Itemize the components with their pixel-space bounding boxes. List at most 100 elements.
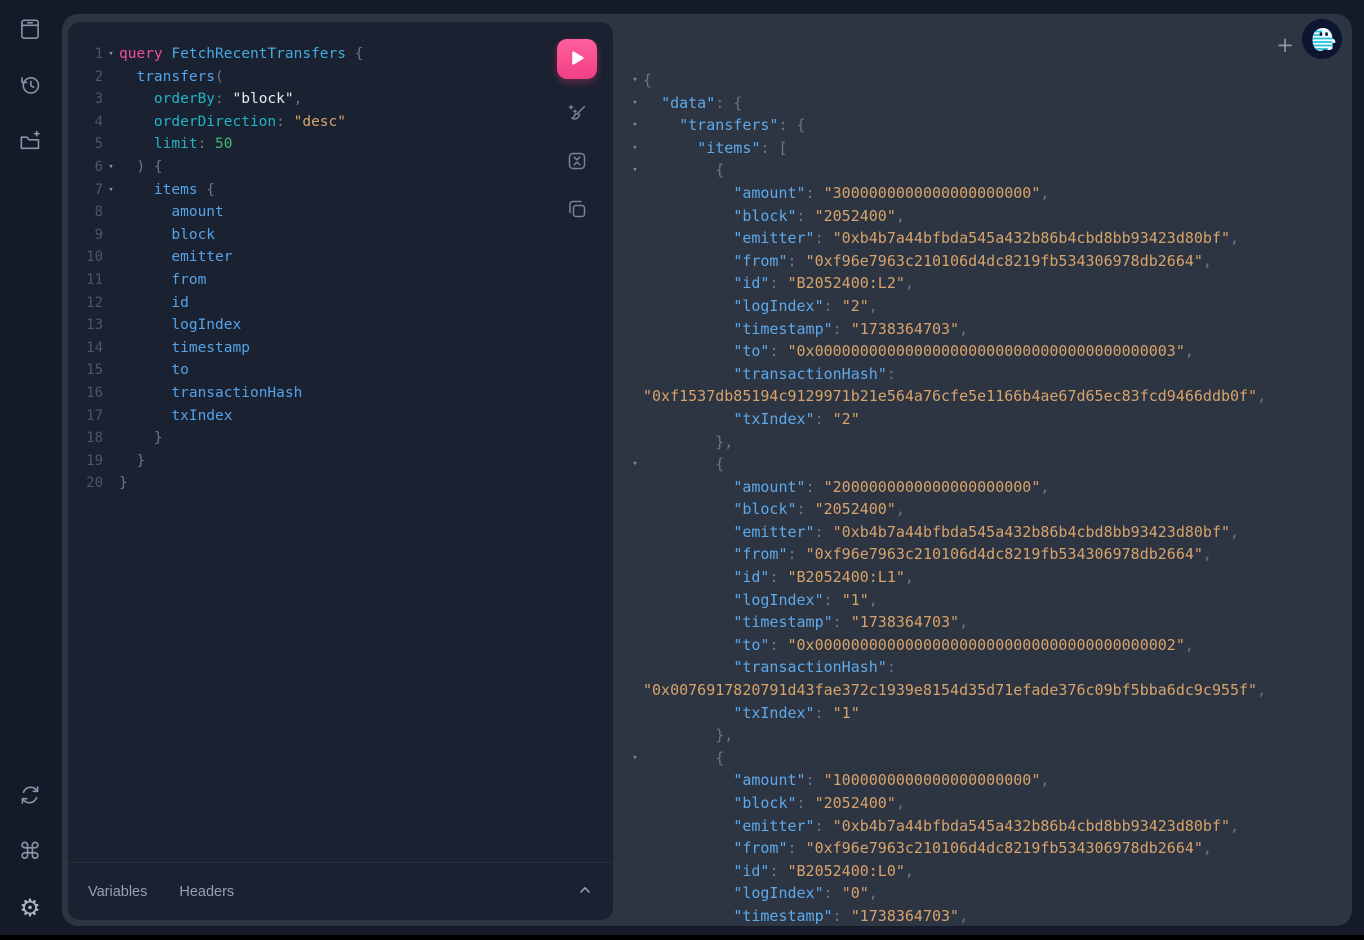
fold-arrow-icon[interactable]: ▾ <box>103 156 119 179</box>
settings-button[interactable]: ⚙ <box>16 894 44 922</box>
code-text: "logIndex": "0", <box>643 882 878 905</box>
editor-line: 2 transfers( <box>68 66 613 89</box>
response-line: "block": "2052400", <box>627 205 1348 228</box>
prettify-query-button[interactable] <box>565 103 589 127</box>
code-text: orderBy: "block", <box>119 88 302 111</box>
response-line: "timestamp": "1738364703", <box>627 318 1348 341</box>
editor-line: 7▾ items { <box>68 179 613 202</box>
history-icon <box>17 72 43 101</box>
code-text: }, <box>643 724 733 747</box>
tab-variables[interactable]: Variables <box>88 884 147 900</box>
response-panel: ▾{▾ "data": {▾ "transfers": {▾ "items": … <box>613 14 1352 926</box>
code-text: "id": "B2052400:L1", <box>643 566 914 589</box>
response-line: "transactionHash": <box>627 656 1348 679</box>
response-line: "txIndex": "2" <box>627 408 1348 431</box>
history-button[interactable] <box>16 72 44 100</box>
collections-button[interactable] <box>16 128 44 156</box>
response-line: ▾ { <box>627 159 1348 182</box>
code-text: "0x0076917820791d43fae372c1939e8154d35d7… <box>643 679 1266 702</box>
fold-gutter <box>627 860 643 883</box>
response-line: }, <box>627 724 1348 747</box>
fold-gutter <box>103 337 119 360</box>
fold-gutter <box>627 566 643 589</box>
code-text: "timestamp": "1738364703", <box>643 905 968 926</box>
response-line: "to": "0x0000000000000000000000000000000… <box>627 340 1348 363</box>
response-line: "id": "B2052400:L0", <box>627 860 1348 883</box>
code-text: "from": "0xf96e7963c210106d4dc8219fb5343… <box>643 837 1212 860</box>
fold-arrow-icon[interactable]: ▾ <box>627 114 643 137</box>
query-editor[interactable]: 1▾query FetchRecentTransfers {2 transfer… <box>68 43 613 495</box>
response-line: "from": "0xf96e7963c210106d4dc8219fb5343… <box>627 837 1348 860</box>
fold-gutter <box>103 382 119 405</box>
fold-gutter <box>627 543 643 566</box>
response-line: "timestamp": "1738364703", <box>627 905 1348 926</box>
fold-gutter <box>627 792 643 815</box>
editor-line: 20} <box>68 472 613 495</box>
execute-query-button[interactable] <box>557 39 597 79</box>
code-text: "emitter": "0xb4b7a44bfbda545a432b86b4cb… <box>643 521 1239 544</box>
code-text: transfers( <box>119 66 224 89</box>
editor-line: 13 logIndex <box>68 314 613 337</box>
code-text: block <box>119 224 215 247</box>
code-text: ) { <box>119 156 163 179</box>
collapse-editor-tools-button[interactable] <box>577 882 593 901</box>
fold-gutter <box>627 318 643 341</box>
code-text: { <box>643 453 724 476</box>
response-line: ▾ { <box>627 453 1348 476</box>
response-line: "to": "0x0000000000000000000000000000000… <box>627 634 1348 657</box>
code-text: } <box>119 450 145 473</box>
tab-headers[interactable]: Headers <box>179 884 234 900</box>
add-tab-button[interactable]: + <box>1272 32 1298 58</box>
code-text: items { <box>119 179 215 202</box>
code-text: { <box>643 747 724 770</box>
line-number: 4 <box>68 111 103 134</box>
line-number: 8 <box>68 201 103 224</box>
response-line: "id": "B2052400:L1", <box>627 566 1348 589</box>
fold-arrow-icon[interactable]: ▾ <box>103 43 119 66</box>
merge-icon <box>565 149 589 176</box>
code-text: logIndex <box>119 314 241 337</box>
fold-gutter <box>627 905 643 926</box>
folder-plus-icon <box>17 128 43 157</box>
ghost-logo[interactable] <box>1302 19 1342 59</box>
fold-gutter <box>627 476 643 499</box>
editor-line: 16 transactionHash <box>68 382 613 405</box>
response-line: "id": "B2052400:L2", <box>627 272 1348 295</box>
fold-gutter <box>103 269 119 292</box>
shortcuts-button[interactable]: ⌘ <box>16 838 44 866</box>
merge-fragments-button[interactable] <box>565 150 589 174</box>
response-line: ▾{ <box>627 69 1348 92</box>
code-text: }, <box>643 431 733 454</box>
fold-arrow-icon[interactable]: ▾ <box>627 92 643 115</box>
response-viewer[interactable]: ▾{▾ "data": {▾ "transfers": {▾ "items": … <box>627 69 1348 926</box>
fold-arrow-icon[interactable]: ▾ <box>627 69 643 92</box>
code-text: } <box>119 427 163 450</box>
fold-gutter <box>103 246 119 269</box>
fold-arrow-icon[interactable]: ▾ <box>627 453 643 476</box>
fold-gutter <box>627 182 643 205</box>
code-text: query FetchRecentTransfers { <box>119 43 363 66</box>
code-text: orderDirection: "desc" <box>119 111 346 134</box>
editor-line: 10 emitter <box>68 246 613 269</box>
fold-arrow-icon[interactable]: ▾ <box>103 179 119 202</box>
editor-line: 14 timestamp <box>68 337 613 360</box>
code-text: "txIndex": "2" <box>643 408 860 431</box>
copy-query-button[interactable] <box>565 198 589 222</box>
fold-gutter <box>103 111 119 134</box>
fold-arrow-icon[interactable]: ▾ <box>627 747 643 770</box>
fold-gutter <box>627 679 643 702</box>
response-line: "logIndex": "0", <box>627 882 1348 905</box>
code-text: "txIndex": "1" <box>643 702 860 725</box>
play-icon <box>568 49 586 70</box>
docs-button[interactable] <box>16 16 44 44</box>
fold-gutter <box>627 431 643 454</box>
response-line: ▾ "transfers": { <box>627 114 1348 137</box>
fold-gutter <box>627 815 643 838</box>
prettify-icon <box>565 102 589 129</box>
line-number: 10 <box>68 246 103 269</box>
fold-arrow-icon[interactable]: ▾ <box>627 159 643 182</box>
refetch-schema-button[interactable] <box>16 782 44 810</box>
line-number: 12 <box>68 292 103 315</box>
fold-arrow-icon[interactable]: ▾ <box>627 137 643 160</box>
line-number: 2 <box>68 66 103 89</box>
